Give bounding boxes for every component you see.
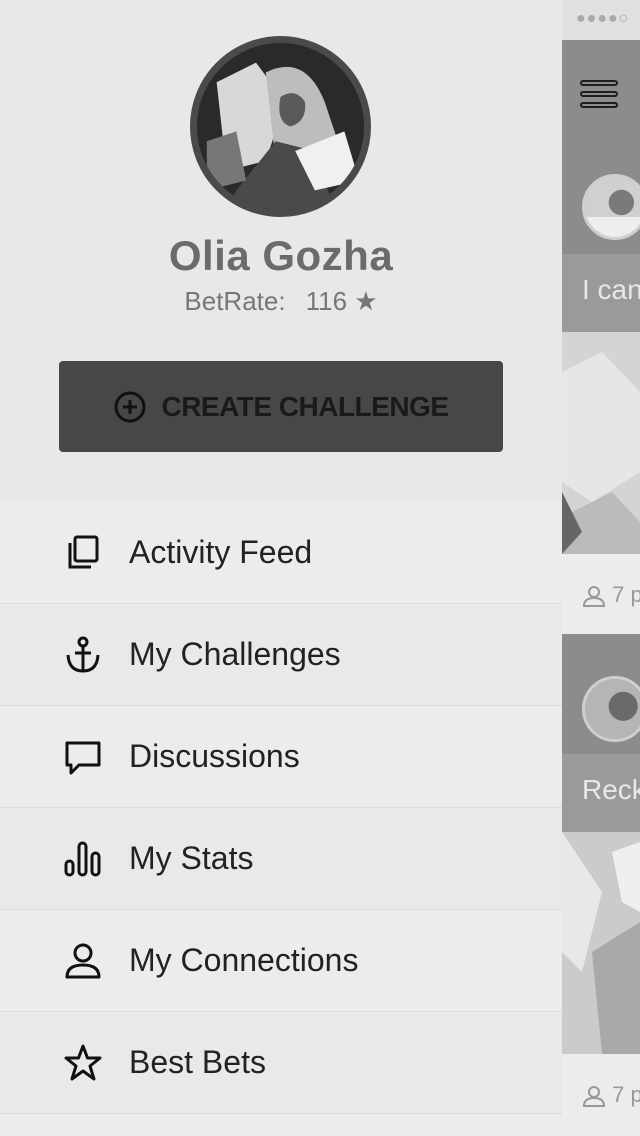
plus-circle-icon xyxy=(114,391,146,422)
menu-item-my-stats[interactable]: My Stats xyxy=(0,808,562,910)
feed-card-meta: 7 p xyxy=(562,1054,640,1136)
betrate-label: BetRate: xyxy=(184,286,286,316)
speech-bubble-icon xyxy=(63,737,103,777)
menu-item-my-connections[interactable]: My Connections xyxy=(0,910,562,1012)
menu-item-label: My Stats xyxy=(129,840,254,876)
menu-item-best-bets[interactable]: Best Bets xyxy=(0,1012,562,1114)
person-icon xyxy=(63,941,103,981)
feed-card-meta: 7 p xyxy=(562,554,640,636)
feed-card-image[interactable] xyxy=(562,332,640,554)
menu-item-label: My Connections xyxy=(129,942,359,978)
feed-card-image[interactable] xyxy=(562,832,640,1054)
copy-pages-icon xyxy=(63,533,103,573)
menu-item-label: Best Bets xyxy=(129,1044,266,1080)
menu-item-label: My Challenges xyxy=(129,636,341,672)
star-icon: ★ xyxy=(354,286,378,316)
menu-item-label: Discussions xyxy=(129,738,300,774)
feed-card-avatar[interactable] xyxy=(582,174,640,240)
user-avatar[interactable] xyxy=(190,36,371,217)
betrate-line: BetRate: 116 ★ xyxy=(0,286,562,317)
navigation-drawer: Olia Gozha BetRate: 116 ★ CREATE CHALLENG… xyxy=(0,0,562,1136)
signal-dots: ●●●●○ xyxy=(562,0,640,40)
hamburger-menu-icon[interactable] xyxy=(580,80,618,114)
betrate-value: 116 xyxy=(305,286,348,316)
star-icon xyxy=(63,1043,103,1083)
create-challenge-label: CREATE CHALLENGE xyxy=(161,390,449,422)
feed-card-caption: I can xyxy=(562,254,640,332)
create-challenge-button[interactable]: CREATE CHALLENGE xyxy=(59,361,503,452)
drawer-menu: Activity Feed My Challenges Discussions xyxy=(0,502,562,1114)
feed-card-caption: Reck xyxy=(562,754,640,832)
participants-icon xyxy=(582,586,606,608)
menu-item-activity-feed[interactable]: Activity Feed xyxy=(0,502,562,604)
menu-item-my-challenges[interactable]: My Challenges xyxy=(0,604,562,706)
participants-count: 7 p xyxy=(612,1082,640,1107)
menu-item-label: Activity Feed xyxy=(129,534,313,570)
main-content-peek[interactable]: ●●●●○ I can 7 p Reck 7 p xyxy=(562,0,640,1136)
profile-section: Olia Gozha BetRate: 116 ★ CREATE CHALLENG… xyxy=(0,0,562,502)
anchor-icon xyxy=(63,635,103,675)
menu-item-discussions[interactable]: Discussions xyxy=(0,706,562,808)
user-name: Olia Gozha xyxy=(168,232,394,279)
participants-count: 7 p xyxy=(612,582,640,607)
bar-stats-icon xyxy=(63,839,103,879)
participants-icon xyxy=(582,1086,606,1108)
avatar-photo xyxy=(197,43,364,210)
feed-card-avatar[interactable] xyxy=(582,676,640,742)
